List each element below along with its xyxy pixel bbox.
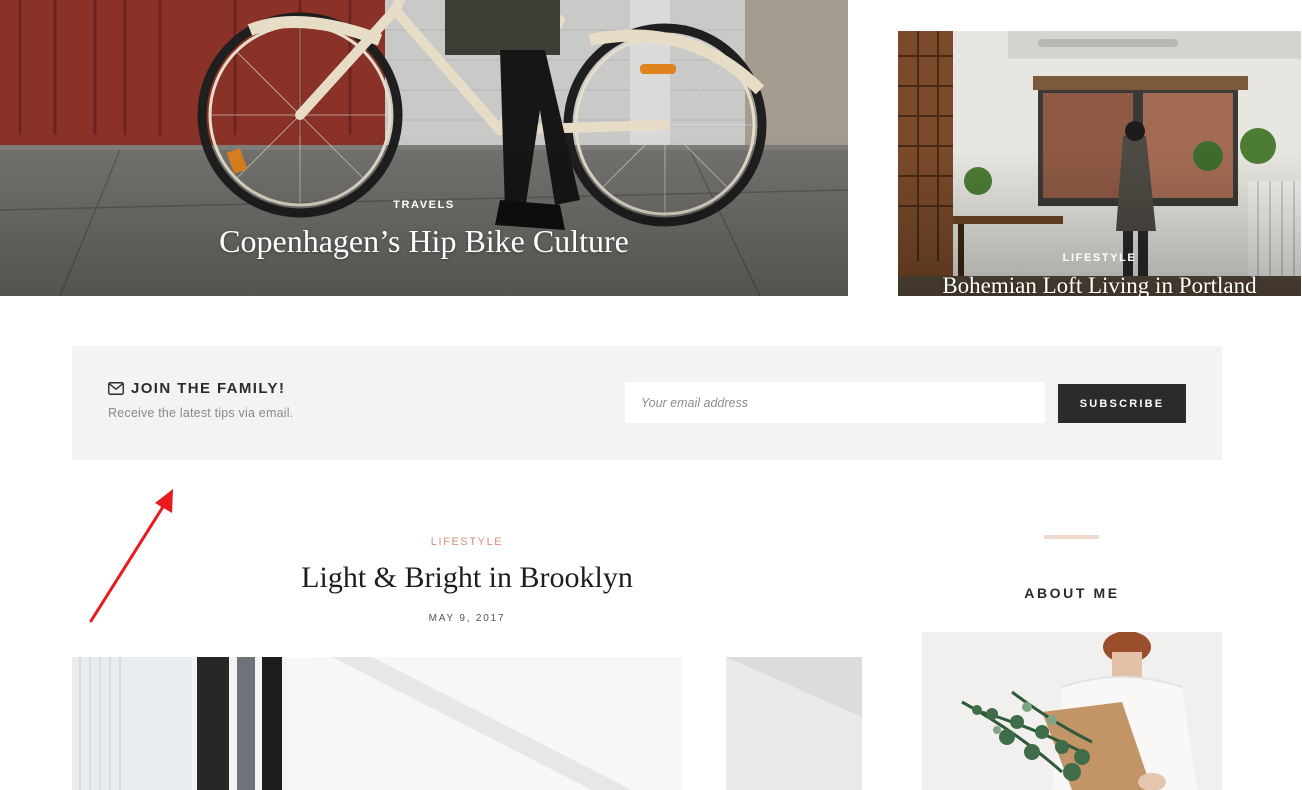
envelope-icon bbox=[108, 382, 124, 395]
featured-category[interactable]: TRAVELS bbox=[0, 199, 848, 211]
featured-post-card-bohemian-loft[interactable]: LIFESTYLE Bohemian Loft Living in Portla… bbox=[898, 31, 1301, 296]
newsletter-signup: JOIN THE FAMILY! Receive the latest tips… bbox=[72, 346, 1222, 460]
post-category[interactable]: LIFESTYLE bbox=[72, 536, 862, 548]
email-input[interactable] bbox=[625, 382, 1045, 423]
about-me-photo bbox=[922, 632, 1222, 790]
annotation-arrow bbox=[89, 489, 173, 623]
featured-title[interactable]: Bohemian Loft Living in Portland bbox=[898, 273, 1301, 296]
featured-post-card-bike-culture[interactable]: TRAVELS Copenhagen’s Hip Bike Culture bbox=[0, 0, 848, 296]
about-me-heading: ABOUT ME bbox=[1024, 585, 1120, 601]
subscribe-button[interactable]: SUBSCRIBE bbox=[1058, 384, 1186, 423]
post-featured-image[interactable] bbox=[72, 657, 862, 790]
post-title[interactable]: Light & Bright in Brooklyn bbox=[72, 561, 862, 595]
post-date: MAY 9, 2017 bbox=[428, 613, 506, 624]
newsletter-subtitle: Receive the latest tips via email. bbox=[108, 406, 294, 420]
about-photo-woman-with-flowers bbox=[922, 632, 1222, 790]
featured-category[interactable]: LIFESTYLE bbox=[898, 252, 1301, 264]
post-image-window bbox=[72, 657, 862, 790]
featured-caption: TRAVELS Copenhagen’s Hip Bike Culture bbox=[0, 199, 848, 260]
featured-caption: LIFESTYLE Bohemian Loft Living in Portla… bbox=[898, 252, 1301, 296]
about-divider bbox=[1044, 535, 1099, 539]
newsletter-heading: JOIN THE FAMILY! bbox=[108, 380, 285, 397]
featured-title[interactable]: Copenhagen’s Hip Bike Culture bbox=[0, 223, 848, 260]
newsletter-title: JOIN THE FAMILY! bbox=[131, 380, 286, 397]
